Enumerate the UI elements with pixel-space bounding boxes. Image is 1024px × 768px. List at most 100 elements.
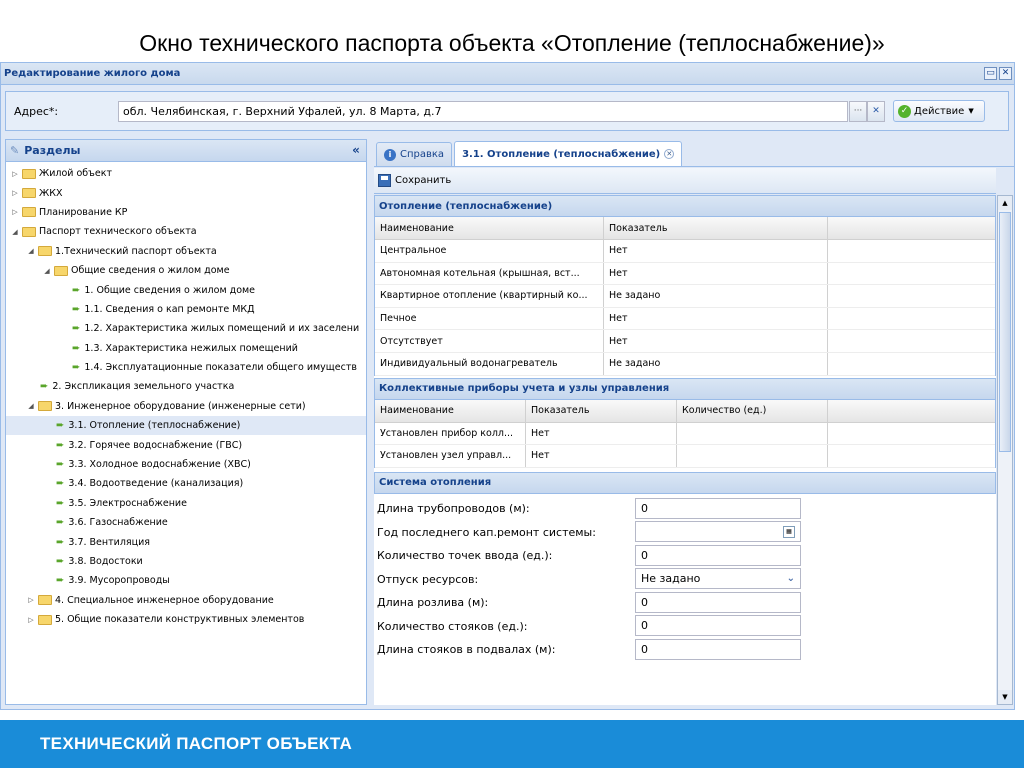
tree-item[interactable]: ➨ 3.3. Холодное водоснабжение (ХВС) bbox=[6, 455, 366, 474]
tree-item[interactable]: ▷ ЖКХ bbox=[6, 183, 366, 202]
field-input[interactable]: 0 bbox=[635, 591, 801, 613]
address-label: Адрес*: bbox=[14, 105, 59, 118]
tree-item[interactable]: ➨ 3.6. Газоснабжение bbox=[6, 513, 366, 532]
tree-item[interactable]: ▷ Жилой объект bbox=[6, 164, 366, 183]
form-row: Количество точек ввода (ед.): 0 bbox=[374, 544, 996, 568]
tree-item[interactable]: ➨ 1.1. Сведения о кап ремонте МКД bbox=[6, 300, 366, 319]
tab-close-icon[interactable]: ✕ bbox=[664, 149, 675, 159]
tab-help[interactable]: i Справка bbox=[376, 142, 453, 166]
tree-item[interactable]: ➨ 3.1. Отопление (теплоснабжение) bbox=[6, 416, 366, 436]
tree-item[interactable]: ▷ Планирование КР bbox=[6, 203, 366, 222]
edit-house-window: Редактирование жилого дома ▭ ✕ Адрес*: о… bbox=[0, 62, 1015, 710]
calendar-icon[interactable]: ▦ bbox=[783, 525, 795, 538]
arrow-right-icon: ➨ bbox=[72, 323, 81, 335]
meters-grid-header: Наименование Показатель Количество (ед.) bbox=[375, 399, 995, 423]
tree-item[interactable]: ➨ 3.5. Электроснабжение bbox=[6, 494, 366, 513]
table-row[interactable]: Индивидуальный водонагреватель Не задано bbox=[375, 352, 995, 376]
scroll-down-icon[interactable]: ▼ bbox=[998, 690, 1012, 704]
column-header[interactable]: Наименование bbox=[375, 217, 604, 239]
tree-expander-icon[interactable]: ▷ bbox=[10, 189, 20, 197]
field-input[interactable]: 0 bbox=[635, 638, 801, 660]
field-input[interactable]: Не задано ⌄ bbox=[635, 568, 801, 590]
tab-heating[interactable]: 3.1. Отопление (теплоснабжение) ✕ bbox=[454, 141, 683, 166]
table-row[interactable]: Установлен прибор колл... Нет bbox=[375, 422, 995, 446]
table-cell bbox=[828, 308, 991, 330]
table-cell: Индивидуальный водонагреватель bbox=[375, 352, 604, 375]
tree-expander-icon[interactable]: ◢ bbox=[10, 228, 20, 236]
maximize-icon[interactable]: ▭ bbox=[984, 67, 997, 80]
action-button[interactable]: ✓ Действие ▼ bbox=[893, 100, 985, 122]
tree-item-label: 3. Инженерное оборудование (инженерные с… bbox=[55, 400, 306, 412]
tree-expander-icon[interactable]: ◢ bbox=[26, 402, 36, 410]
address-browse-button[interactable]: ··· bbox=[849, 101, 867, 122]
field-input[interactable]: 0 bbox=[635, 615, 801, 637]
tree-item-label: 1.1. Сведения о кап ремонте МКД bbox=[84, 303, 255, 315]
scrollbar-thumb[interactable] bbox=[999, 212, 1011, 452]
heating-section-title: Отопление (теплоснабжение) bbox=[374, 195, 996, 217]
tree-item[interactable]: ➨ 3.4. Водоотведение (канализация) bbox=[6, 474, 366, 493]
tree-expander-icon[interactable]: ▷ bbox=[26, 616, 36, 624]
address-clear-button[interactable]: ✕ bbox=[867, 101, 885, 122]
tree-item[interactable]: ➨ 3.9. Мусоропроводы bbox=[6, 571, 366, 590]
arrow-right-icon: ➨ bbox=[56, 575, 65, 587]
tree-item-label: 3.6. Газоснабжение bbox=[68, 517, 168, 529]
tree-item[interactable]: ➨ 2. Экспликация земельного участка bbox=[6, 377, 366, 396]
slide-footer: ТЕХНИЧЕСКИЙ ПАСПОРТ ОБЪЕКТА bbox=[0, 720, 1024, 768]
table-cell: Нет bbox=[604, 330, 828, 352]
tree-item-label: 1.2. Характеристика жилых помещений и их… bbox=[84, 323, 360, 335]
sections-icon: ✎ bbox=[10, 144, 20, 157]
tree-item[interactable]: ▷6. Энергетические характеристики многок… bbox=[6, 629, 366, 632]
table-row[interactable]: Отсутствует Нет bbox=[375, 330, 995, 353]
tree-item[interactable]: ▷ 4. Специальное инженерное оборудование bbox=[6, 591, 366, 610]
close-icon[interactable]: ✕ bbox=[999, 67, 1012, 80]
table-row[interactable]: Квартирное отопление (квартирный ко... Не… bbox=[375, 285, 995, 308]
table-row[interactable]: Центральное Нет bbox=[375, 240, 995, 263]
tree-item[interactable]: ➨ 1.2. Характеристика жилых помещений и и… bbox=[6, 319, 366, 338]
tree-item[interactable]: ▷ 5. Общие показатели конструктивных элем… bbox=[6, 610, 366, 629]
column-header[interactable]: Количество (ед.) bbox=[677, 399, 828, 422]
tree-expander-icon[interactable]: ▷ bbox=[10, 208, 20, 216]
field-value: 0 bbox=[641, 548, 648, 562]
tree-expander-icon[interactable]: ▷ bbox=[26, 596, 36, 604]
save-button[interactable]: Сохранить bbox=[395, 175, 451, 186]
vertical-scrollbar[interactable]: ▲ ▼ bbox=[997, 195, 1013, 705]
tree-item[interactable]: ➨ 1. Общие сведения о жилом доме bbox=[6, 280, 366, 299]
field-input[interactable]: 0 bbox=[635, 497, 801, 519]
tree-item[interactable]: ➨ 3.7. Вентиляция bbox=[6, 532, 366, 551]
column-header[interactable]: Показатель bbox=[526, 399, 677, 422]
tree-expander-icon[interactable]: ▷ bbox=[10, 170, 20, 178]
table-cell: Нет bbox=[526, 445, 677, 467]
collapse-panel-button[interactable]: « bbox=[349, 144, 363, 158]
tree-expander-icon[interactable]: ◢ bbox=[26, 247, 36, 255]
tree-item[interactable]: ◢ 1.Технический паспорт объекта bbox=[6, 242, 366, 261]
field-input[interactable]: 0 bbox=[635, 544, 801, 566]
meters-section-title: Коллективные приборы учета и узлы управл… bbox=[374, 377, 996, 400]
table-cell: Центральное bbox=[375, 240, 604, 262]
tree-item[interactable]: ◢ Общие сведения о жилом доме bbox=[6, 261, 366, 280]
tree-item[interactable]: ➨ 3.2. Горячее водоснабжение (ГВС) bbox=[6, 435, 366, 454]
column-header[interactable]: Показатель bbox=[604, 217, 828, 239]
tree-expander-icon[interactable]: ◢ bbox=[42, 267, 52, 275]
tree-item[interactable]: ➨ 3.8. Водостоки bbox=[6, 552, 366, 571]
scroll-up-icon[interactable]: ▲ bbox=[998, 196, 1012, 210]
toolbar: Сохранить bbox=[374, 168, 996, 194]
address-field[interactable]: обл. Челябинская, г. Верхний Уфалей, ул.… bbox=[118, 101, 848, 122]
tree-item[interactable]: ➨ 1.3. Характеристика нежилых помещений bbox=[6, 339, 366, 358]
column-header-spacer bbox=[828, 400, 991, 422]
form-row: Длина розлива (м): 0 bbox=[374, 591, 996, 615]
column-header[interactable]: Наименование bbox=[375, 399, 526, 422]
tree-item[interactable]: ➨ 1.4. Эксплуатационные показатели общего… bbox=[6, 358, 366, 377]
table-row[interactable]: Установлен узел управл... Нет bbox=[375, 445, 995, 468]
tree-item[interactable]: ◢ Паспорт технического объекта bbox=[6, 222, 366, 241]
field-input[interactable]: ▦ bbox=[635, 521, 801, 543]
table-row[interactable]: Печное Нет bbox=[375, 307, 995, 331]
chevron-down-icon[interactable]: ⌄ bbox=[787, 573, 795, 584]
arrow-right-icon: ➨ bbox=[72, 303, 81, 315]
save-icon[interactable] bbox=[378, 174, 391, 187]
folder-icon bbox=[22, 168, 36, 179]
tree-item[interactable]: ◢ 3. Инженерное оборудование (инженерные … bbox=[6, 397, 366, 416]
folder-icon bbox=[54, 265, 68, 276]
table-row[interactable]: Автономная котельная (крышная, вст... Нет bbox=[375, 262, 995, 286]
sections-panel: ✎ Разделы « ▷ Жилой объект ▷ ЖКХ ▷ Планирован… bbox=[5, 139, 367, 705]
field-label: Год последнего кап.ремонт системы: bbox=[377, 525, 596, 539]
